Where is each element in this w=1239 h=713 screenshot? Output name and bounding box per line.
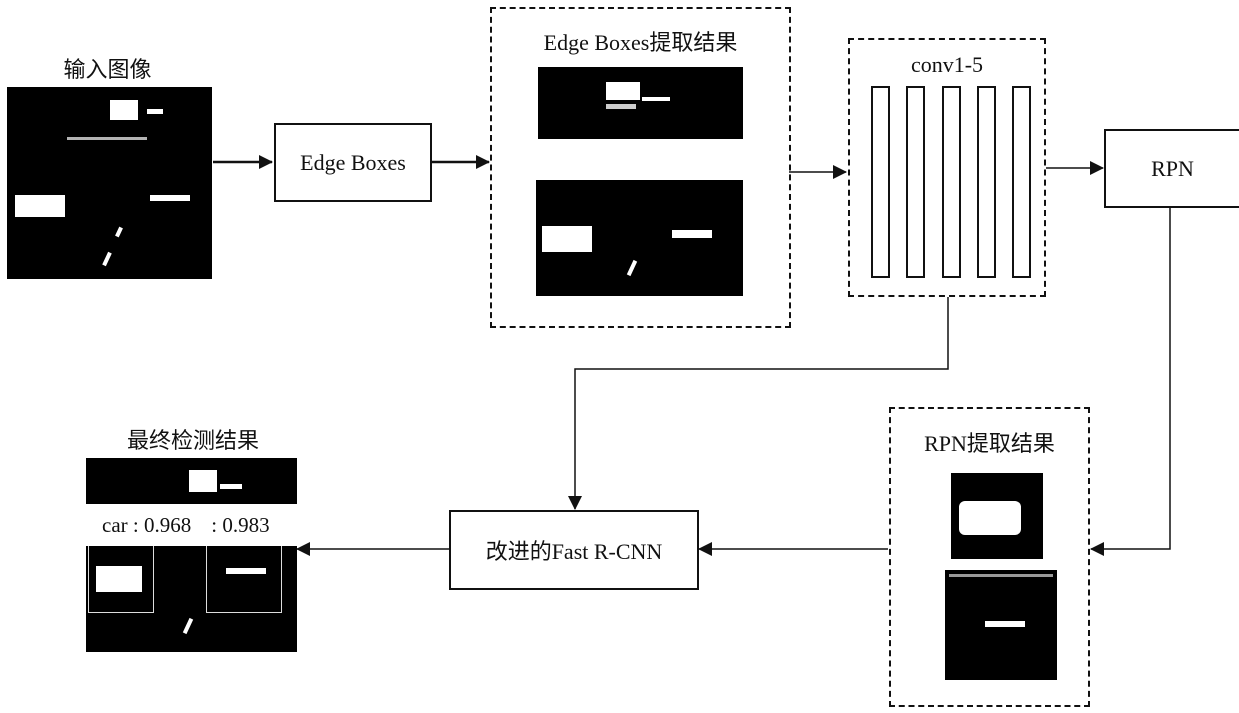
detection-box-left: [88, 544, 154, 613]
conv-layer-4: [977, 86, 996, 278]
detection-scores-banner: car : 0.968 : 0.983: [86, 504, 297, 546]
score-right: : 0.983: [211, 512, 270, 537]
arrow-rpn-to-rpnresults: [1090, 208, 1171, 556]
conv-layer-3: [942, 86, 961, 278]
input-image-title: 输入图像: [63, 57, 152, 82]
edge-boxes-label: Edge Boxes: [300, 149, 406, 175]
edge-boxes-results-title: Edge Boxes提取结果: [543, 30, 738, 55]
rpn-result-image-2: [945, 570, 1057, 680]
rpn-results-title: RPN提取结果: [924, 431, 1055, 456]
detection-box-right: [206, 544, 282, 613]
conv-layer-5: [1012, 86, 1031, 278]
edge-result-image-2: [536, 180, 743, 296]
conv-layer-2: [906, 86, 925, 278]
rpn-label: RPN: [1151, 155, 1194, 181]
fast-rcnn-box: 改进的Fast R-CNN: [449, 510, 699, 590]
edge-boxes-box: Edge Boxes: [274, 123, 432, 202]
score-left: car : 0.968: [102, 512, 192, 537]
edge-result-image-1: [538, 67, 743, 139]
rpn-box: RPN: [1104, 129, 1239, 208]
fast-rcnn-label: 改进的Fast R-CNN: [485, 539, 663, 564]
conv-title: conv1-5: [910, 52, 984, 77]
input-image: [7, 87, 212, 279]
rpn-result-image-1: [951, 473, 1043, 559]
conv-layer-1: [871, 86, 890, 278]
final-result-title: 最终检测结果: [126, 428, 259, 453]
